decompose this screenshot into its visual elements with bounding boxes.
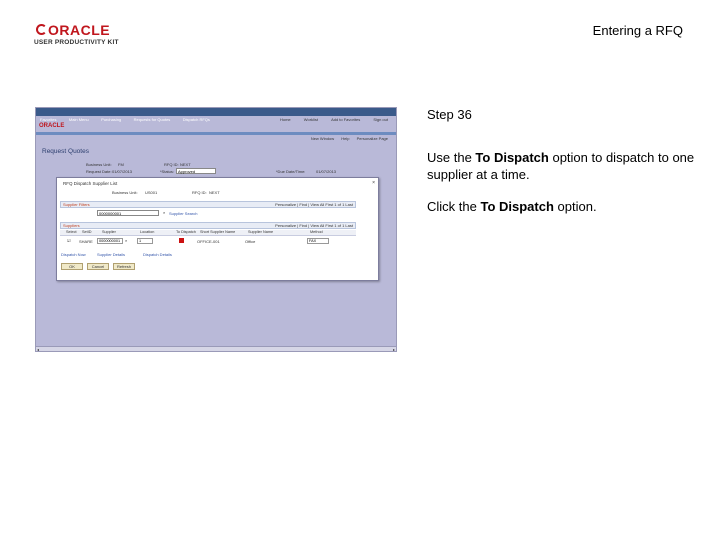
- page-tool-links: New Window Help Personalize Page: [305, 136, 388, 141]
- dialog-rfq-label: RFQ ID:: [192, 190, 207, 195]
- supplier-name-value: Office: [245, 239, 256, 244]
- short-name-value: OFFICE-001: [197, 239, 220, 244]
- col-header: Select: [66, 230, 77, 234]
- instruction-text: Use the To Dispatch option to dispatch t…: [427, 150, 695, 182]
- application-screenshot: Favorites Main Menu Purchasing Requests …: [35, 107, 397, 352]
- ok-button[interactable]: OK: [61, 263, 83, 270]
- page-title: Request Quotes: [42, 148, 89, 155]
- grid-nav[interactable]: Personalize | Find | View All First 1 of…: [275, 202, 353, 207]
- search-icon[interactable]: ⌕: [163, 210, 165, 215]
- setid-value: SHARE: [79, 239, 93, 244]
- horizontal-scrollbar[interactable]: ◂ ▸: [36, 346, 396, 351]
- oracle-upk-logo: ORACLE USER PRODUCTIVITY KIT: [34, 22, 126, 48]
- sign-out-link[interactable]: Sign out: [373, 117, 388, 122]
- help-link[interactable]: Help: [341, 136, 349, 141]
- step-number: Step 36: [427, 107, 472, 122]
- request-date-label: Request Date:: [86, 169, 112, 174]
- worklist-link[interactable]: Worklist: [304, 117, 318, 122]
- menu-item[interactable]: Favorites: [40, 117, 56, 122]
- col-header: Supplier: [102, 230, 116, 234]
- suppliers-grid-header: Suppliers Personalize | Find | View All …: [60, 222, 356, 229]
- dialog-unit-value: US001: [145, 190, 158, 195]
- grid-nav[interactable]: Personalize | Find | View All First 1 of…: [275, 223, 353, 228]
- dispatch-details-link[interactable]: Dispatch Details: [143, 252, 172, 257]
- menu-item[interactable]: Purchasing: [101, 117, 121, 122]
- select-checkbox[interactable]: ☑: [67, 238, 71, 243]
- refresh-button[interactable]: Refresh: [113, 263, 135, 270]
- header-divider: [36, 132, 396, 135]
- action-text: Click the To Dispatch option.: [427, 199, 597, 214]
- dispatch-supplier-dialog: RFQ Dispatch Supplier List × Business Un…: [56, 177, 379, 281]
- rfq-id-label: RFQ ID:: [164, 162, 179, 167]
- due-date-value: 01/07/2013: [316, 169, 337, 174]
- menu-item[interactable]: Dispatch RFQs: [183, 117, 210, 122]
- request-date-value: 01/07/2013: [112, 169, 133, 174]
- personalize-link[interactable]: Personalize Page: [357, 136, 388, 141]
- due-date-label: *Due Date/Time:: [276, 169, 306, 174]
- close-icon[interactable]: ×: [372, 180, 375, 186]
- location-cell[interactable]: 1: [137, 238, 153, 244]
- status-label: *Status:: [160, 169, 175, 174]
- add-favorites-link[interactable]: Add to Favorites: [331, 117, 360, 122]
- method-select[interactable]: FAX: [307, 238, 329, 244]
- search-icon[interactable]: ⌕: [125, 238, 127, 243]
- supplier-search-link[interactable]: Supplier Search: [169, 211, 197, 216]
- menu-item[interactable]: Main Menu: [69, 117, 89, 122]
- new-window-link[interactable]: New Window: [311, 136, 334, 141]
- logo-subtitle: USER PRODUCTIVITY KIT: [34, 39, 119, 46]
- top-links: Home Worklist Add to Favorites Sign out: [268, 117, 388, 122]
- col-header: To Dispatch: [176, 230, 196, 234]
- scroll-right-icon[interactable]: ▸: [393, 347, 395, 351]
- suppliers-title: Suppliers: [63, 223, 80, 228]
- status-select[interactable]: Approved: [176, 168, 216, 174]
- col-header: SetID: [82, 230, 92, 234]
- logo-brand: ORACLE: [48, 22, 111, 38]
- cancel-button[interactable]: Cancel: [87, 263, 109, 270]
- rfq-id-value: NEXT: [180, 162, 191, 167]
- dispatch-now-link[interactable]: Dispatch Now: [61, 252, 86, 257]
- dialog-title: RFQ Dispatch Supplier List: [63, 181, 118, 186]
- business-unit-label: Business Unit:: [86, 162, 112, 167]
- business-unit-value: FM: [118, 162, 124, 167]
- supplier-details-link[interactable]: Supplier Details: [97, 252, 125, 257]
- dialog-rfq-value: NEXT: [209, 190, 220, 195]
- to-dispatch-button[interactable]: [179, 238, 184, 243]
- scroll-left-icon[interactable]: ◂: [37, 347, 39, 351]
- home-link[interactable]: Home: [280, 117, 291, 122]
- col-header: Location: [140, 230, 155, 234]
- oracle-swoosh-icon: [36, 24, 47, 35]
- supplier-cell[interactable]: 0000000001: [97, 238, 123, 244]
- supplier-filters-title: Supplier Filters: [63, 202, 90, 207]
- col-header: Method: [310, 230, 323, 234]
- suppliers-table-header: Select SetID Supplier Location To Dispat…: [60, 230, 356, 236]
- slide-title: Entering a RFQ: [592, 23, 683, 38]
- menu-item[interactable]: Requests for Quotes: [134, 117, 171, 122]
- supplier-filters-header: Supplier Filters Personalize | Find | Vi…: [60, 201, 356, 208]
- menu-bar: Favorites Main Menu Purchasing Requests …: [36, 108, 396, 122]
- col-header: Supplier Name: [248, 230, 274, 234]
- dialog-unit-label: Business Unit:: [112, 190, 138, 195]
- app-logo: ORACLE: [39, 123, 65, 129]
- col-header: Short Supplier Name: [200, 230, 236, 234]
- supplier-id-input[interactable]: 0000000001: [97, 210, 159, 216]
